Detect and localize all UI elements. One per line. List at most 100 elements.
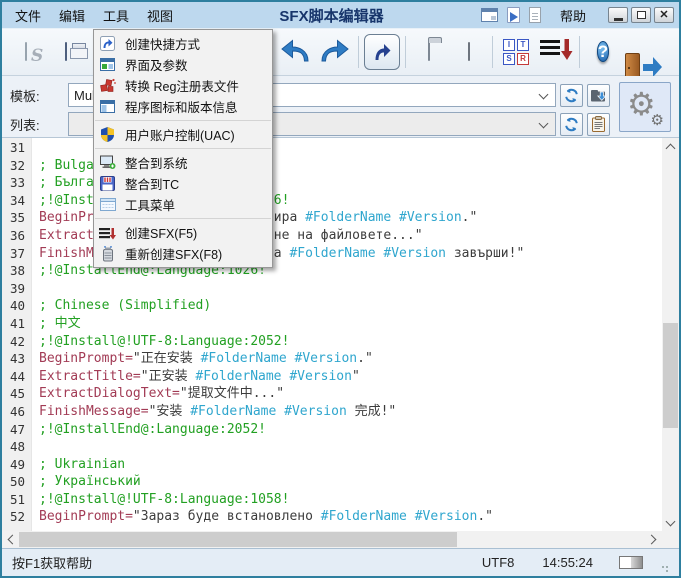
itsr-button[interactable]: ITSR [496,32,536,72]
chevron-right-icon [647,535,657,545]
menubar-item-help[interactable]: 帮助 [551,2,595,29]
folder-button[interactable] [409,32,449,72]
menu-item-label: 创建快捷方式 [125,34,200,53]
line-number: 39 [2,280,32,298]
template-label: 模板: [10,86,68,105]
menu-registry-icon [99,78,116,94]
v-scrollbar[interactable] [662,138,679,531]
new-script-button[interactable]: S [6,32,46,72]
line-number: 43 [2,350,32,368]
editor-line[interactable]: 41; 中文 [2,315,662,333]
line-content: ; Український [32,473,141,491]
menu-item[interactable]: 用户账户控制(UAC) [94,124,272,145]
list-label: 列表: [10,115,68,134]
scroll-down-button[interactable] [662,514,679,531]
resize-grip[interactable] [661,565,669,573]
scroll-up-button[interactable] [662,138,679,155]
chevron-left-icon [8,535,18,545]
scroll-left-button[interactable] [2,531,19,548]
close-button[interactable]: ✕ [654,7,674,23]
template-refresh-button[interactable] [560,84,583,107]
document-icon[interactable] [529,7,541,23]
menubar-item-文件[interactable]: 文件 [6,2,50,29]
toolbar-separator [579,36,580,68]
save-button[interactable] [46,32,86,72]
editor-line[interactable]: 39 [2,280,662,298]
script-convert-icon[interactable] [507,7,520,23]
h-scrollbar-thumb[interactable] [19,532,457,547]
menu-item[interactable]: 整合到TC [94,173,272,194]
menu-item[interactable]: 转换 Reg注册表文件 [94,75,272,96]
line-content: ExtractDialogText="提取文件中..." [32,385,284,403]
undo-button[interactable] [275,32,315,72]
menubar-items: 文件编辑工具视图 [6,2,182,29]
editor-line[interactable]: 46FinishMessage="安装 #FolderName #Version… [2,403,662,421]
line-number: 52 [2,508,32,526]
chevron-down-icon[interactable] [539,90,549,100]
help-icon: ? [597,39,609,65]
line-number: 36 [2,227,32,245]
menu-item[interactable]: 工具菜单 [94,194,272,215]
shortcut-big-icon [364,34,400,70]
menu-item[interactable]: 重新创建SFX(F8) [94,243,272,264]
menu-item[interactable]: 程序图标和版本信息 [94,96,272,117]
editor-line[interactable]: 50; Український [2,473,662,491]
menubar-item-视图[interactable]: 视图 [138,2,182,29]
line-number: 35 [2,209,32,227]
editor-line[interactable]: 40; Chinese (Simplified) [2,297,662,315]
help-button[interactable]: ? [583,32,623,72]
menu-item[interactable]: 创建SFX(F5) [94,222,272,243]
editor-line[interactable]: 51;!@Install@!UTF-8:Language:1058! [2,491,662,509]
editor-line[interactable]: 45ExtractDialogText="提取文件中..." [2,385,662,403]
editor-line[interactable]: 47;!@InstallEnd@:Language:2052! [2,421,662,439]
chevron-down-icon[interactable] [539,119,549,129]
app-window: 文件编辑工具视图 SFX脚本编辑器 帮助 ✕ SITSR? 模板: Mul [0,0,681,578]
menu-item[interactable]: 整合到系统 [94,152,272,173]
template-folder-button[interactable] [587,84,610,107]
editor-line[interactable]: 48 [2,438,662,456]
h-scrollbar[interactable] [2,531,662,548]
menu-system-icon [99,155,116,171]
redo-button[interactable] [315,32,355,72]
line-content: ;!@Install@!UTF-8:Language:2052! [32,333,289,351]
editor-line[interactable]: 42;!@Install@!UTF-8:Language:2052! [2,333,662,351]
menu-item-label: 重新创建SFX(F8) [125,244,222,263]
menubar-item-编辑[interactable]: 编辑 [50,2,94,29]
close-icon: ✕ [659,10,668,21]
editor-line[interactable]: 52BeginPrompt="Зараз буде встановлено #F… [2,508,662,526]
menu-item-label: 整合到系统 [125,153,188,172]
menu-tc-icon [99,176,116,192]
new-script-icon: S [25,43,27,61]
minimize-button[interactable] [608,7,628,23]
line-number: 33 [2,174,32,192]
save-icon [65,43,67,61]
list-refresh-button[interactable] [560,113,583,136]
menubar-item-工具[interactable]: 工具 [94,2,138,29]
archive-button[interactable] [449,32,489,72]
undo-icon [278,36,312,69]
menu-recreate-sfx-icon [99,246,116,262]
exit-button[interactable] [623,32,663,72]
menu-version-icon [99,99,116,115]
settings-button[interactable]: ⚙ ⚙ [619,82,671,132]
menu-item[interactable]: 界面及参数 [94,54,272,75]
editor-line[interactable]: 44ExtractTitle="正安装 #FolderName #Version… [2,368,662,386]
line-content [32,139,39,157]
line-number: 37 [2,245,32,263]
menu-separator [95,120,271,121]
dialog-preview-icon[interactable] [481,8,498,22]
maximize-button[interactable] [631,7,651,23]
v-scrollbar-thumb[interactable] [663,323,678,428]
line-number: 48 [2,438,32,456]
minimize-icon [614,18,623,21]
archive-icon [468,43,470,61]
scroll-right-button[interactable] [645,531,662,548]
maximize-icon [637,11,646,19]
menu-item[interactable]: 创建快捷方式 [94,33,272,54]
editor-line[interactable]: 49; Ukrainian [2,456,662,474]
create-sfx-button[interactable] [536,32,576,72]
status-time: 14:55:24 [542,555,593,570]
shortcut-button[interactable] [362,32,402,72]
editor-line[interactable]: 43BeginPrompt="正在安装 #FolderName #Version… [2,350,662,368]
list-clipboard-button[interactable] [587,113,610,136]
